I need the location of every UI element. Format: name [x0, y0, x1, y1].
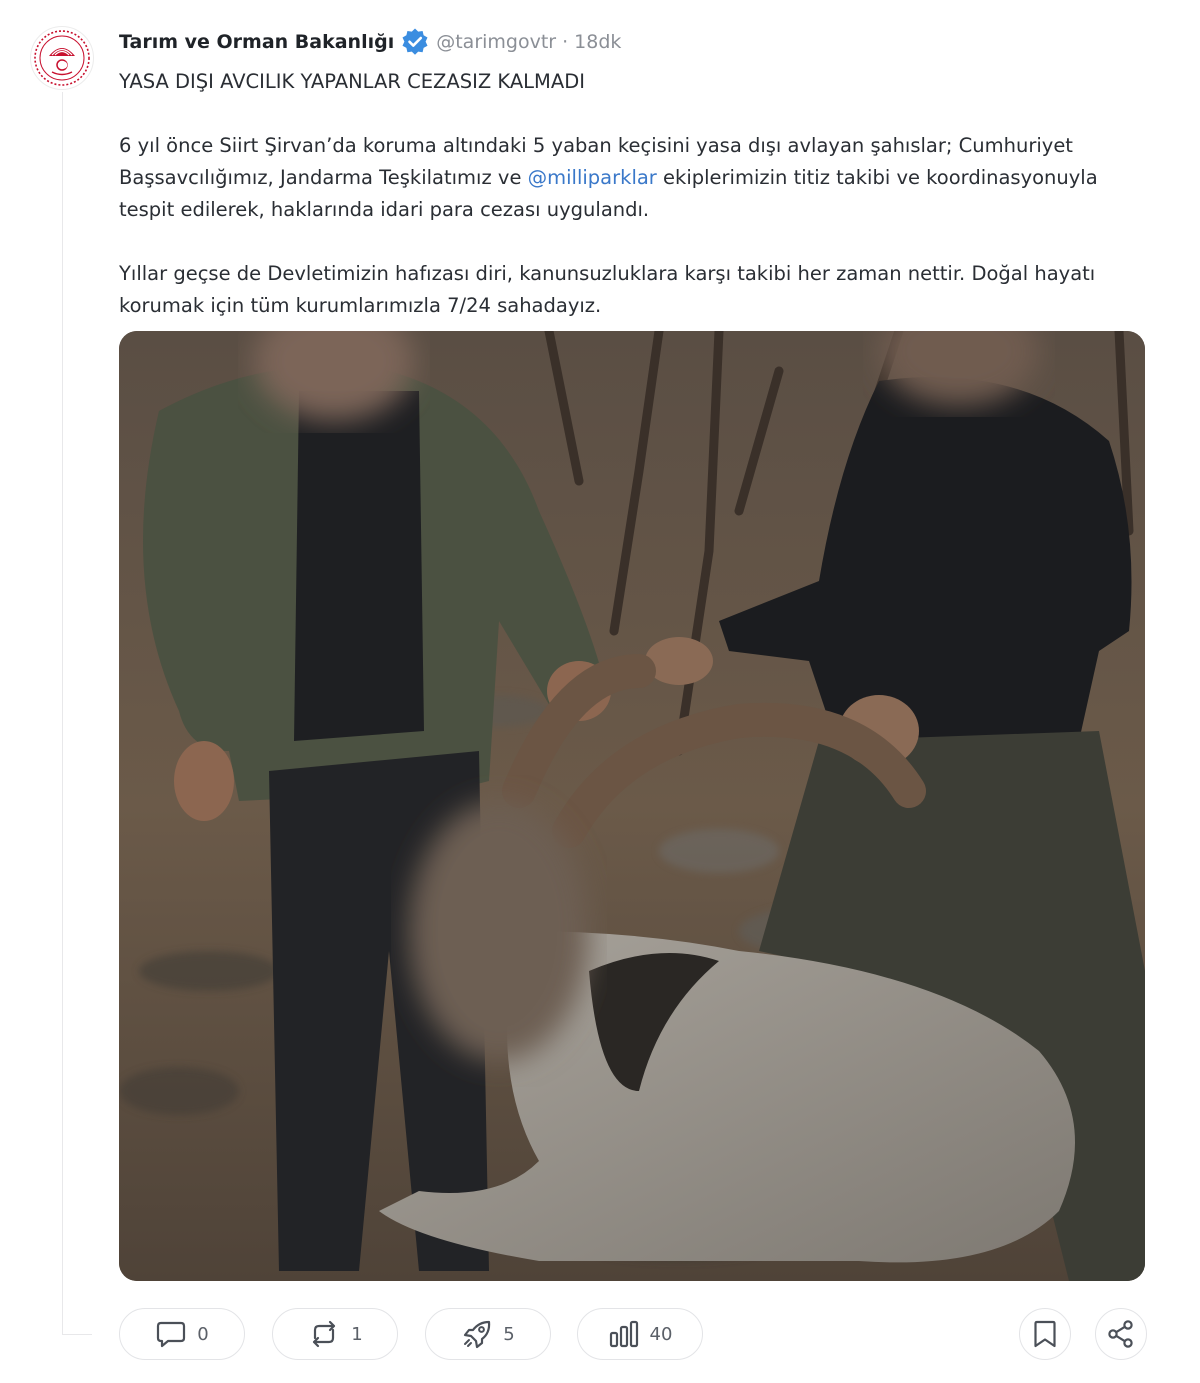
share-icon — [1106, 1319, 1136, 1349]
thread-line-foot — [62, 1334, 92, 1335]
repost-count: 1 — [351, 1323, 363, 1345]
post-paragraph-2: 6 yıl önce Siirt Şirvan’da koruma altınd… — [119, 130, 1149, 226]
post-timestamp[interactable]: 18dk — [574, 31, 621, 53]
reply-button[interactable]: 0 — [119, 1308, 245, 1360]
verified-badge-icon — [400, 27, 430, 57]
post-image[interactable] — [119, 331, 1145, 1281]
views-button[interactable]: 40 — [577, 1308, 703, 1360]
thread-line — [62, 92, 63, 1334]
boost-count: 5 — [503, 1323, 515, 1345]
hunters-with-wild-goat-photo — [119, 331, 1145, 1281]
share-button[interactable] — [1095, 1308, 1147, 1360]
mention-link[interactable]: @milliparklar — [528, 166, 657, 189]
views-count: 40 — [649, 1323, 673, 1345]
rocket-icon — [461, 1319, 493, 1349]
post-header: Tarım ve Orman Bakanlığı @tarimgovtr · 1… — [119, 28, 621, 56]
author-name[interactable]: Tarım ve Orman Bakanlığı — [119, 31, 394, 53]
bar-chart-icon — [608, 1319, 640, 1349]
bookmark-button[interactable] — [1019, 1308, 1071, 1360]
post-title-line: YASA DIŞI AVCILIK YAPANLAR CEZASIZ KALMA… — [119, 70, 585, 93]
repost-icon — [307, 1320, 341, 1348]
ministry-logo-icon — [34, 30, 90, 86]
post-actions: 0 1 5 40 — [119, 1308, 1149, 1360]
bookmark-icon — [1032, 1319, 1058, 1349]
post-paragraph-3: Yıllar geçse de Devletimizin hafızası di… — [119, 262, 1096, 317]
avatar[interactable] — [30, 26, 94, 90]
boost-button[interactable]: 5 — [425, 1308, 551, 1360]
comment-icon — [155, 1319, 187, 1349]
repost-button[interactable]: 1 — [272, 1308, 398, 1360]
separator: · — [562, 31, 569, 53]
author-handle[interactable]: @tarimgovtr — [436, 31, 556, 53]
post-text: YASA DIŞI AVCILIK YAPANLAR CEZASIZ KALMA… — [119, 66, 1149, 322]
reply-count: 0 — [197, 1323, 209, 1345]
